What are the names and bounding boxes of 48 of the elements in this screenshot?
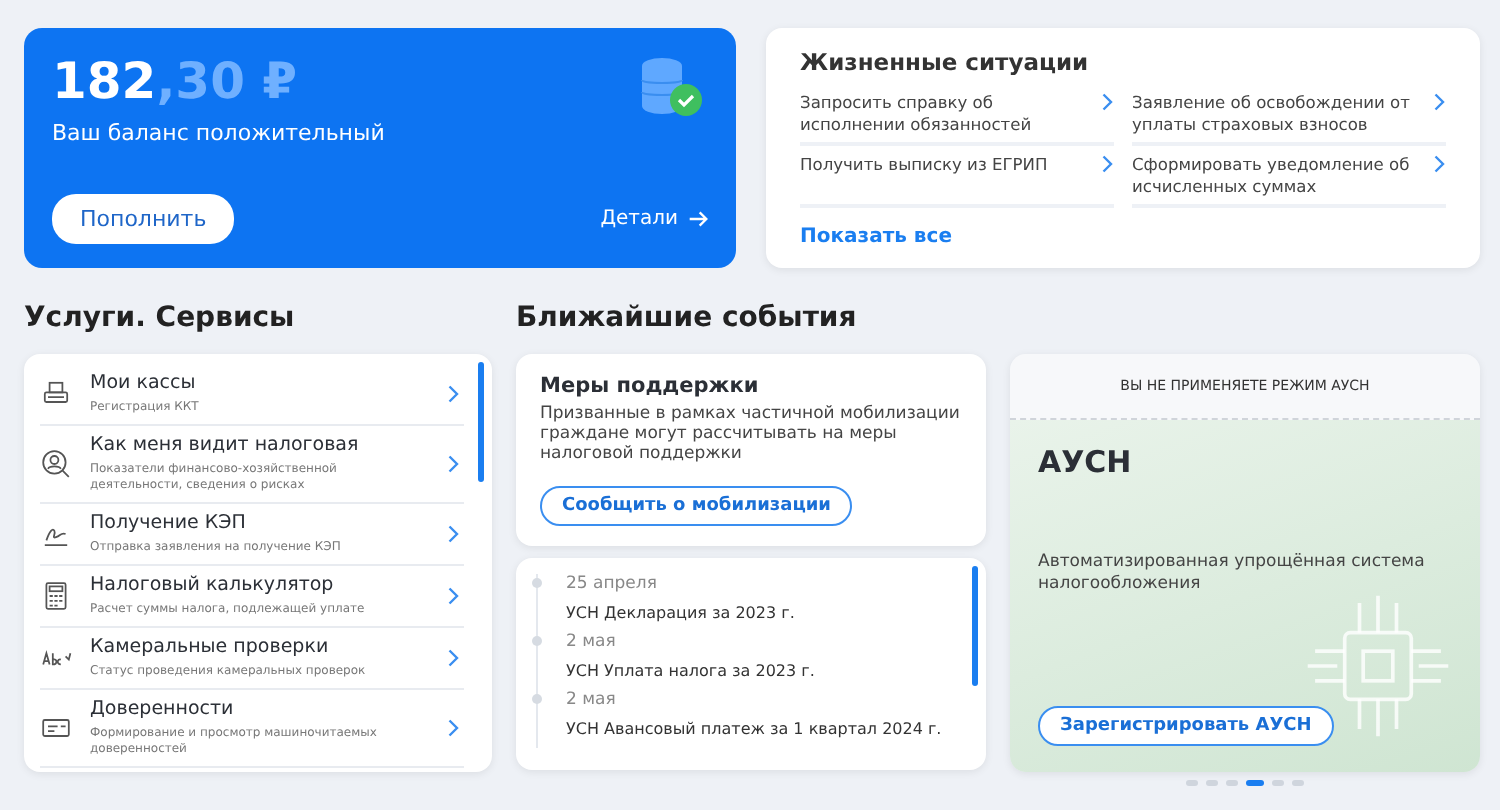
section-title: Услуги. Сервисы xyxy=(24,300,297,336)
chevron-icon xyxy=(1102,154,1114,174)
service-title: Налоговый калькулятор xyxy=(90,574,336,598)
chevron-icon xyxy=(448,454,460,474)
service-icon xyxy=(40,448,72,480)
balance-caption: Ваш баланс положительный xyxy=(52,120,387,146)
life-situation-link[interactable]: Заявление об освобождении от уплаты страховых взносов xyxy=(1132,92,1446,146)
event-date: 2 мая xyxy=(566,690,618,712)
service-title: Камеральные проверки xyxy=(90,636,331,660)
balance-amount: 182,30 ₽ xyxy=(52,52,298,112)
support-text: Призванные в рамках частичной мобилизации граждане могут рассчитывать на меры налоговой поддержки xyxy=(540,404,962,464)
service-title: Мои кассы xyxy=(90,372,198,396)
service-title: Доверенности xyxy=(90,698,236,722)
details-link[interactable]: Детали xyxy=(600,208,708,230)
life-situation-link[interactable]: Получить выписку из ЕГРИП xyxy=(800,154,1114,208)
event-title[interactable]: УСН Авансовый платеж за 1 квартал 2024 г. xyxy=(566,718,962,740)
promo-title: АУСН xyxy=(1038,444,1134,480)
arrow-right-icon xyxy=(688,210,708,228)
event-date: 25 апреля xyxy=(566,574,659,596)
life-situation-link[interactable]: Запросить справку об исполнении обязанностей xyxy=(800,92,1114,146)
top-up-button[interactable]: Пополнить xyxy=(52,194,235,244)
report-mobilization-button[interactable]: Сообщить о мобилизации xyxy=(540,486,853,526)
show-all-link[interactable]: Показать все xyxy=(800,226,1446,248)
card-title: Жизненные ситуации xyxy=(800,48,1091,76)
promo-text: Автоматизированная упрощённая система налогообложения xyxy=(1038,552,1427,596)
card-title: Меры поддержки xyxy=(540,374,761,398)
event-title[interactable]: УСН Декларация за 2023 г. xyxy=(566,602,962,624)
event-title[interactable]: УСН Уплата налога за 2023 г. xyxy=(566,660,962,682)
service-title: Как меня видит налоговая xyxy=(90,434,361,458)
chevron-icon xyxy=(448,524,460,544)
section-title: Ближайшие события xyxy=(516,300,859,336)
life-situation-link[interactable]: Сформировать уведомление об исчисленных суммах xyxy=(1132,154,1446,208)
service-title: Получение КЭП xyxy=(90,512,248,536)
service-icon xyxy=(40,580,72,612)
chevron-icon xyxy=(448,384,460,404)
timeline-dot xyxy=(532,636,542,646)
chevron-icon xyxy=(1434,154,1446,174)
chevron-icon xyxy=(1434,92,1446,112)
chevron-icon xyxy=(448,718,460,738)
scrollbar[interactable] xyxy=(478,362,484,482)
timeline-dot xyxy=(532,578,542,588)
timeline-dot xyxy=(532,694,542,704)
event-date: 2 мая xyxy=(566,632,618,654)
chevron-icon xyxy=(448,648,460,668)
scrollbar[interactable] xyxy=(972,566,978,686)
chevron-icon xyxy=(448,586,460,606)
register-ausn-button[interactable]: Зарегистрировать АУСН xyxy=(1038,706,1334,746)
chevron-icon xyxy=(1102,92,1114,112)
